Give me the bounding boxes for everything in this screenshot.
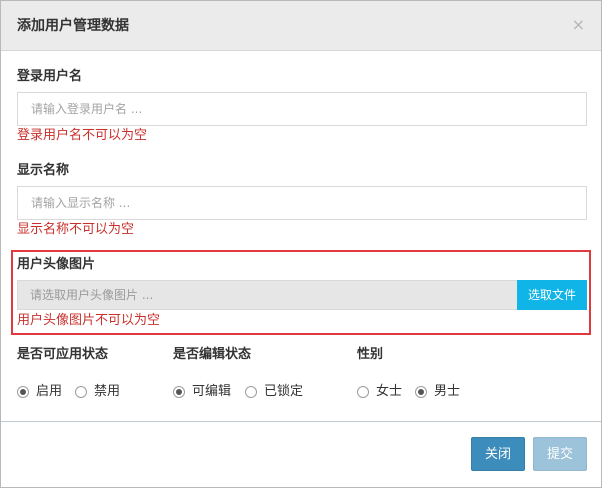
login-name-error: 登录用户名不可以为空 [17, 128, 148, 143]
radio-checked-icon[interactable] [173, 386, 185, 398]
radio-status-enabled[interactable]: 启用 [17, 383, 62, 401]
radio-unchecked-icon[interactable] [75, 386, 87, 398]
radio-gender-male[interactable]: 男士 [415, 383, 460, 401]
avatar-error: 用户头像图片不可以为空 [17, 313, 161, 328]
submit-button[interactable]: 提交 [533, 437, 587, 471]
login-name-input[interactable] [17, 92, 587, 126]
add-user-modal: 添加用户管理数据 × 登录用户名 登录用户名不可以为空 显示名称 显示名称不可以… [0, 0, 602, 488]
choose-file-button[interactable]: 选取文件 [517, 280, 587, 310]
footer-divider [1, 421, 601, 422]
radio-gender-female[interactable]: 女士 [357, 383, 402, 401]
status-group-label: 是否可应用状态 [17, 347, 109, 362]
radio-edit-editable[interactable]: 可编辑 [173, 383, 231, 401]
radio-label: 禁用 [94, 384, 121, 399]
modal-header: 添加用户管理数据 × [1, 1, 601, 51]
gender-group-label: 性别 [357, 347, 384, 362]
display-name-error: 显示名称不可以为空 [17, 222, 135, 237]
avatar-path-input[interactable] [17, 280, 517, 310]
display-name-label: 显示名称 [17, 163, 70, 178]
radio-label: 女士 [376, 384, 403, 399]
radio-label: 启用 [36, 384, 63, 399]
radio-label: 已锁定 [264, 384, 304, 399]
radio-status-disabled[interactable]: 禁用 [75, 383, 120, 401]
avatar-file-picker: 选取文件 [17, 280, 587, 310]
close-button[interactable]: 关闭 [471, 437, 525, 471]
login-name-label: 登录用户名 [17, 69, 83, 84]
radio-label: 可编辑 [192, 384, 232, 399]
radio-unchecked-icon[interactable] [245, 386, 257, 398]
radio-unchecked-icon[interactable] [357, 386, 369, 398]
modal-title: 添加用户管理数据 [17, 18, 129, 34]
radio-checked-icon[interactable] [17, 386, 29, 398]
close-icon[interactable]: × [572, 15, 585, 35]
radio-edit-locked[interactable]: 已锁定 [245, 383, 303, 401]
radio-checked-icon[interactable] [415, 386, 427, 398]
edit-group-label: 是否编辑状态 [173, 347, 252, 362]
avatar-label: 用户头像图片 [17, 257, 96, 272]
display-name-input[interactable] [17, 186, 587, 220]
radio-label: 男士 [434, 384, 461, 399]
